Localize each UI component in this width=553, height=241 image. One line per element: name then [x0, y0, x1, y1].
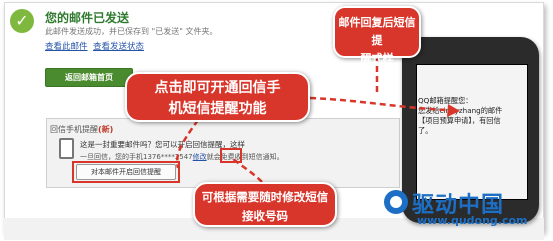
callout-sms-style: 邮件回复后短信提 醒式样 — [333, 6, 421, 65]
qudong-logo-icon — [384, 190, 408, 214]
arrow-to-sms — [309, 96, 449, 112]
arrow-head-sms — [447, 104, 460, 117]
arrow-to-modify-link — [231, 157, 263, 183]
callout-click-open: 点击即可开通回信手 机短信提醒功能 — [125, 72, 310, 122]
callout-line: 醒式样 — [360, 52, 394, 65]
callout-line: 点击即可开通回信手 — [154, 80, 281, 96]
callout-line: 机短信提醒功能 — [168, 101, 267, 117]
callout-line: 邮件回复后短信提 — [338, 16, 416, 47]
watermark-url: www.qudong.com — [417, 214, 528, 227]
callout-modify-number: 可根据需要随时修改短信 接收号码 — [193, 182, 337, 227]
callout-line: 接收号码 — [242, 209, 288, 223]
callout-line: 可根据需要随时修改短信 — [201, 190, 329, 204]
arrow-to-open-button — [176, 119, 200, 169]
